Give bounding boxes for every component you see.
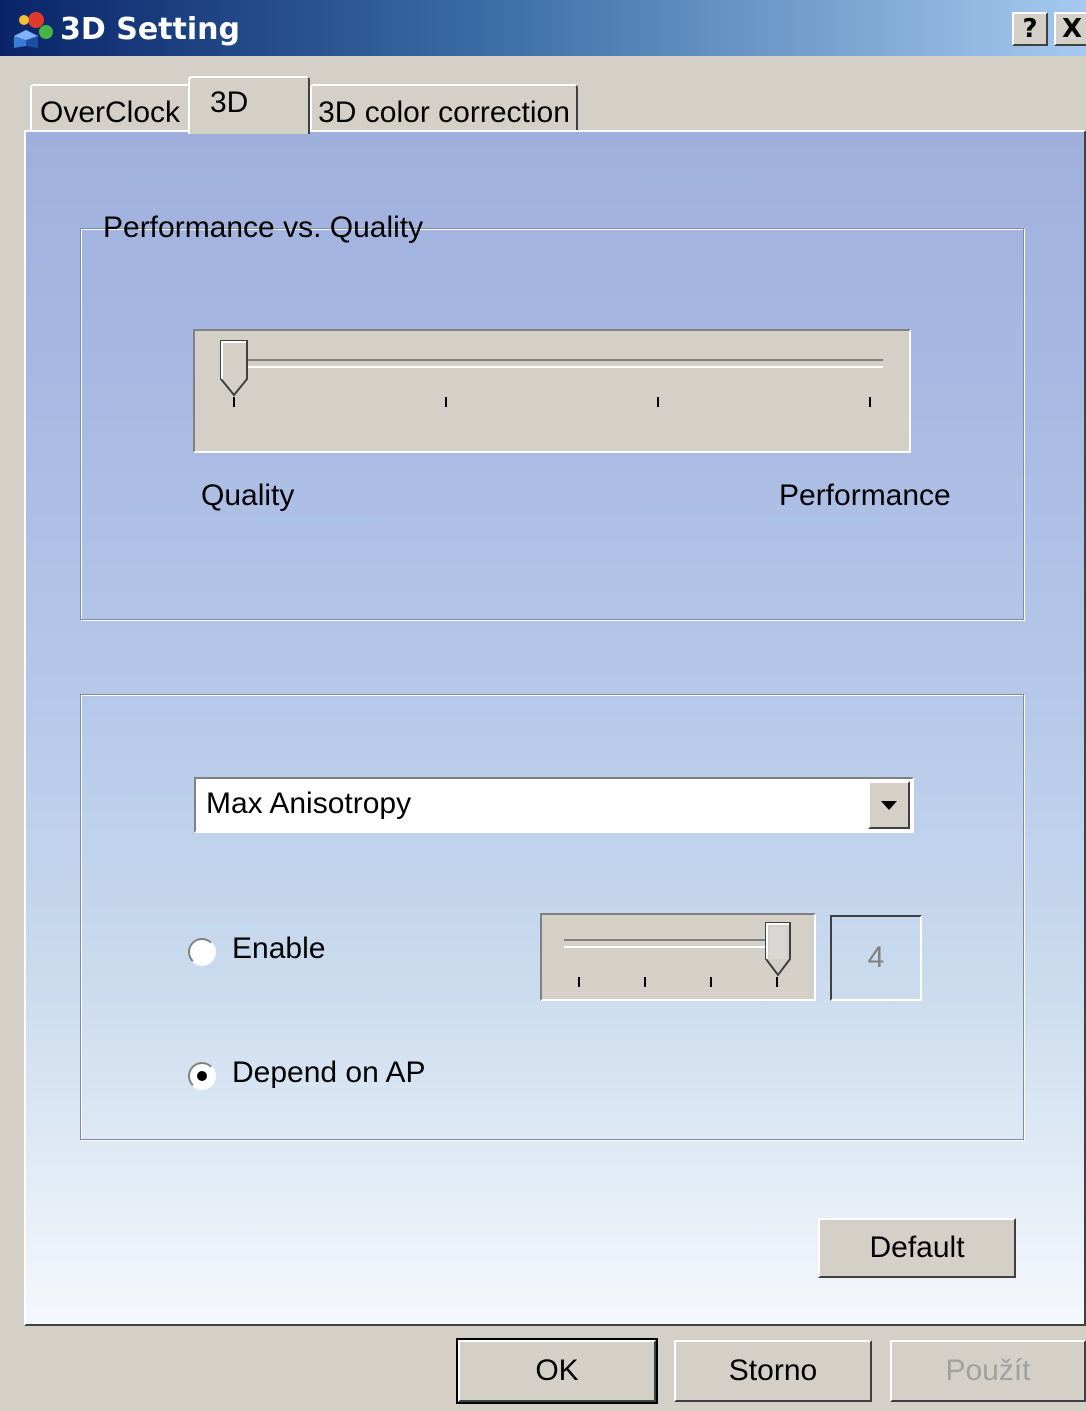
group-legend: Performance vs. Quality — [101, 211, 426, 245]
slider-track — [221, 359, 883, 368]
slider-tick — [644, 977, 646, 987]
window-title: 3D Setting — [60, 12, 240, 47]
slider-max-label: Performance — [779, 479, 951, 512]
tab-label: 3D color correction — [318, 96, 570, 129]
tab-page-3d: Performance vs. Quality Quality Performa… — [24, 130, 1086, 1326]
default-button[interactable]: Default — [818, 1218, 1016, 1278]
slider-tick — [710, 977, 712, 987]
slider-min-label: Quality — [201, 479, 295, 512]
ok-button[interactable]: OK — [456, 1338, 658, 1404]
apply-button[interactable]: Použít — [890, 1340, 1086, 1402]
combo-dropdown-button[interactable] — [868, 781, 910, 829]
enable-radio[interactable] — [188, 938, 216, 966]
anisotropy-value-display: 4 — [830, 915, 922, 1001]
enable-radio-label[interactable]: Enable — [232, 932, 325, 966]
tab-overclock[interactable]: OverClock — [30, 84, 190, 134]
title-bar[interactable]: 3D Setting ? X — [0, 0, 1086, 56]
slider-tick — [445, 397, 447, 407]
anisotropy-combo[interactable]: Max Anisotropy — [194, 777, 914, 833]
chevron-down-icon — [881, 801, 897, 810]
slider-tick — [869, 397, 871, 407]
slider-track — [564, 939, 790, 948]
cancel-button[interactable]: Storno — [674, 1340, 872, 1402]
slider-thumb[interactable] — [219, 339, 249, 397]
close-button[interactable]: X — [1054, 12, 1086, 46]
tab-label: 3D — [210, 86, 249, 119]
depend-on-ap-radio-label[interactable]: Depend on AP — [232, 1056, 426, 1090]
slider-tick — [776, 977, 778, 987]
help-button[interactable]: ? — [1012, 12, 1048, 46]
combo-value: Max Anisotropy — [206, 787, 412, 820]
anisotropy-level-slider[interactable] — [540, 913, 816, 1001]
slider-tick — [578, 977, 580, 987]
performance-quality-group: Performance vs. Quality Quality Performa… — [80, 211, 1024, 620]
3d-settings-app-icon — [14, 12, 53, 48]
tab-3d-color-correction[interactable]: 3D color correction — [310, 84, 578, 134]
slider-thumb[interactable] — [764, 921, 792, 977]
slider-tick — [233, 397, 235, 407]
slider-tick — [657, 397, 659, 407]
tab-label: OverClock — [39, 96, 181, 129]
depend-on-ap-radio[interactable] — [188, 1062, 216, 1090]
performance-quality-slider[interactable] — [193, 329, 911, 453]
tab-3d[interactable]: 3D — [188, 76, 310, 134]
radio-checked-dot — [197, 1071, 207, 1081]
